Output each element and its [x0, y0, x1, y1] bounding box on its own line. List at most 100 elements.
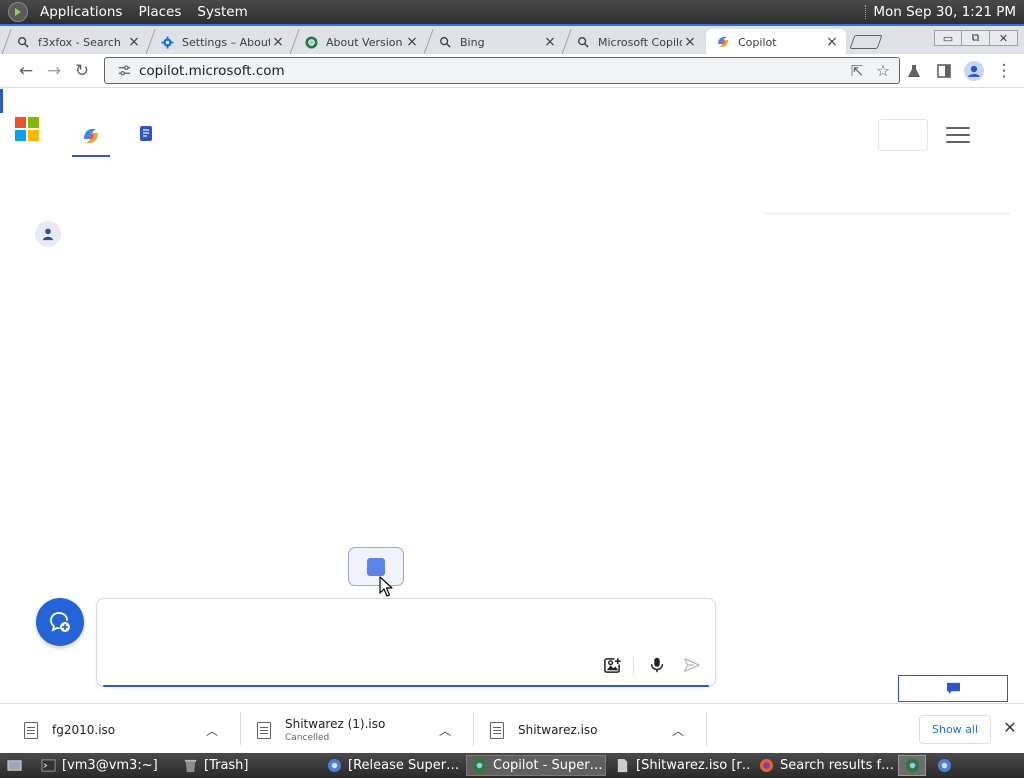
logo-yellow-square	[28, 130, 39, 141]
tab-close-button[interactable]: ×	[824, 34, 840, 50]
feedback-button[interactable]	[898, 675, 1008, 702]
taskbar-item[interactable]: [vm3@vm3:~]	[36, 755, 174, 776]
panel-separator	[865, 5, 867, 19]
forward-button[interactable]: →	[40, 57, 68, 85]
file-icon	[490, 721, 504, 739]
tab-title: Copilot	[738, 35, 777, 49]
taskbar-item[interactable]: [Shitwarez.iso [r…	[610, 755, 750, 776]
tab-title: Microsoft Copilot	[598, 35, 682, 49]
chrome-menu-button[interactable]: ⋮	[990, 57, 1018, 85]
applications-menu[interactable]: Applications	[32, 0, 130, 24]
trash-icon	[182, 758, 198, 774]
bookmark-star-icon[interactable]: ☆	[871, 57, 895, 85]
chromium-icon	[304, 35, 318, 49]
microsoft-logo[interactable]	[15, 117, 39, 141]
focus-indicator	[0, 89, 3, 113]
tab-title: f3xfox - Search	[38, 35, 121, 49]
download-divider	[240, 712, 241, 746]
browser-toolbar: ← → ↻ copilot.microsoft.com ⇱ ☆ ⋮	[0, 54, 1024, 88]
close-shelf-icon[interactable]: ✕	[1000, 718, 1020, 740]
new-tab-button[interactable]	[849, 35, 883, 49]
chevron-up-icon[interactable]: ︿	[435, 722, 455, 739]
share-icon[interactable]: ⇱	[845, 57, 869, 85]
tab-copilot[interactable]: Copilot ×	[706, 29, 846, 55]
side-panel-icon[interactable]	[930, 57, 958, 85]
taskbar-label: [Trash]	[204, 758, 249, 773]
chrome-icon	[326, 758, 342, 774]
stop-responding-button[interactable]	[348, 547, 404, 586]
file-icon	[614, 758, 630, 774]
logo-green-square	[28, 117, 39, 128]
new-chat-icon	[50, 612, 70, 632]
tray-item[interactable]	[930, 755, 958, 776]
divider	[763, 213, 1010, 214]
reload-button[interactable]: ↻	[68, 57, 96, 85]
show-all-downloads-button[interactable]: Show all	[919, 715, 991, 744]
url-text[interactable]: copilot.microsoft.com	[139, 63, 845, 79]
places-menu[interactable]: Places	[130, 0, 189, 24]
address-bar[interactable]: copilot.microsoft.com ⇱ ☆	[104, 57, 900, 84]
desktop-icon	[6, 758, 22, 774]
chromium-icon	[471, 758, 487, 774]
tab-f3xfox[interactable]: f3xfox - Search ×	[1, 29, 148, 55]
download-item[interactable]: Shitwarez.iso ︿	[478, 710, 704, 750]
chat-input[interactable]	[111, 609, 671, 649]
composer-divider	[633, 657, 634, 675]
tab-title: Settings – About	[182, 35, 270, 49]
chrome-icon	[937, 758, 951, 773]
terminal-icon	[40, 758, 56, 774]
active-tab-underline	[72, 155, 110, 157]
tab-bing[interactable]: Bing ×	[423, 29, 564, 55]
chat-composer	[96, 598, 716, 687]
tab-divider	[1, 29, 12, 55]
hamburger-bar	[946, 127, 970, 129]
hamburger-bar	[946, 141, 970, 143]
taskbar-item[interactable]: [Release Super…	[322, 755, 462, 776]
show-desktop-button[interactable]	[4, 755, 26, 776]
tab-close-button[interactable]: ×	[404, 34, 420, 50]
download-item[interactable]: Shitwarez (1).iso Cancelled ︿	[245, 710, 471, 750]
new-topic-button[interactable]	[36, 598, 84, 646]
download-divider	[473, 712, 474, 746]
notebook-icon[interactable]	[138, 125, 158, 145]
tab-close-button[interactable]: ×	[682, 34, 698, 50]
system-menu[interactable]: System	[189, 0, 255, 24]
copilot-nav-tab[interactable]	[72, 119, 110, 157]
gear-icon	[160, 35, 174, 49]
window-controls: ▭ ⧉ ✕	[934, 30, 1018, 46]
clock[interactable]: Mon Sep 30, 1:21 PM	[873, 4, 1016, 20]
tab-microsoft-copilot[interactable]: Microsoft Copilot ×	[561, 29, 704, 55]
gnome-foot-icon[interactable]	[8, 2, 28, 22]
search-icon	[576, 35, 590, 49]
copilot-icon	[84, 129, 98, 143]
minimize-button[interactable]: ▭	[934, 30, 962, 46]
send-icon[interactable]	[681, 654, 703, 676]
workspace-switcher[interactable]	[898, 755, 926, 776]
restore-button[interactable]: ⧉	[962, 30, 990, 46]
chevron-up-icon[interactable]: ︿	[668, 722, 688, 739]
site-info-icon[interactable]	[117, 64, 131, 78]
taskbar-item[interactable]: [Trash]	[178, 755, 318, 776]
download-divider	[706, 712, 707, 746]
profile-avatar-icon[interactable]	[960, 57, 988, 85]
taskbar-item[interactable]: Search results f…	[754, 755, 894, 776]
hamburger-menu-icon[interactable]	[946, 127, 970, 143]
sign-in-placeholder[interactable]	[878, 119, 928, 151]
chevron-up-icon[interactable]: ︿	[202, 722, 222, 739]
tab-close-button[interactable]: ×	[126, 34, 142, 50]
lab-flask-icon[interactable]	[900, 57, 928, 85]
download-filename: fg2010.iso	[52, 723, 116, 737]
tab-settings[interactable]: Settings – About ×	[145, 29, 292, 55]
tab-close-button[interactable]: ×	[542, 34, 558, 50]
tab-about-version[interactable]: About Version ×	[289, 29, 426, 55]
taskbar-item-active[interactable]: Copilot - Super…	[466, 755, 606, 776]
microphone-icon[interactable]	[646, 654, 668, 676]
image-upload-icon[interactable]	[601, 654, 623, 676]
mouse-cursor-icon	[379, 576, 393, 597]
download-item[interactable]: fg2010.iso ︿	[12, 710, 238, 750]
back-button[interactable]: ←	[12, 57, 40, 85]
close-window-button[interactable]: ✕	[990, 30, 1018, 46]
download-filename: Shitwarez.iso	[518, 723, 598, 737]
tab-close-button[interactable]: ×	[270, 34, 286, 50]
search-icon	[438, 35, 452, 49]
